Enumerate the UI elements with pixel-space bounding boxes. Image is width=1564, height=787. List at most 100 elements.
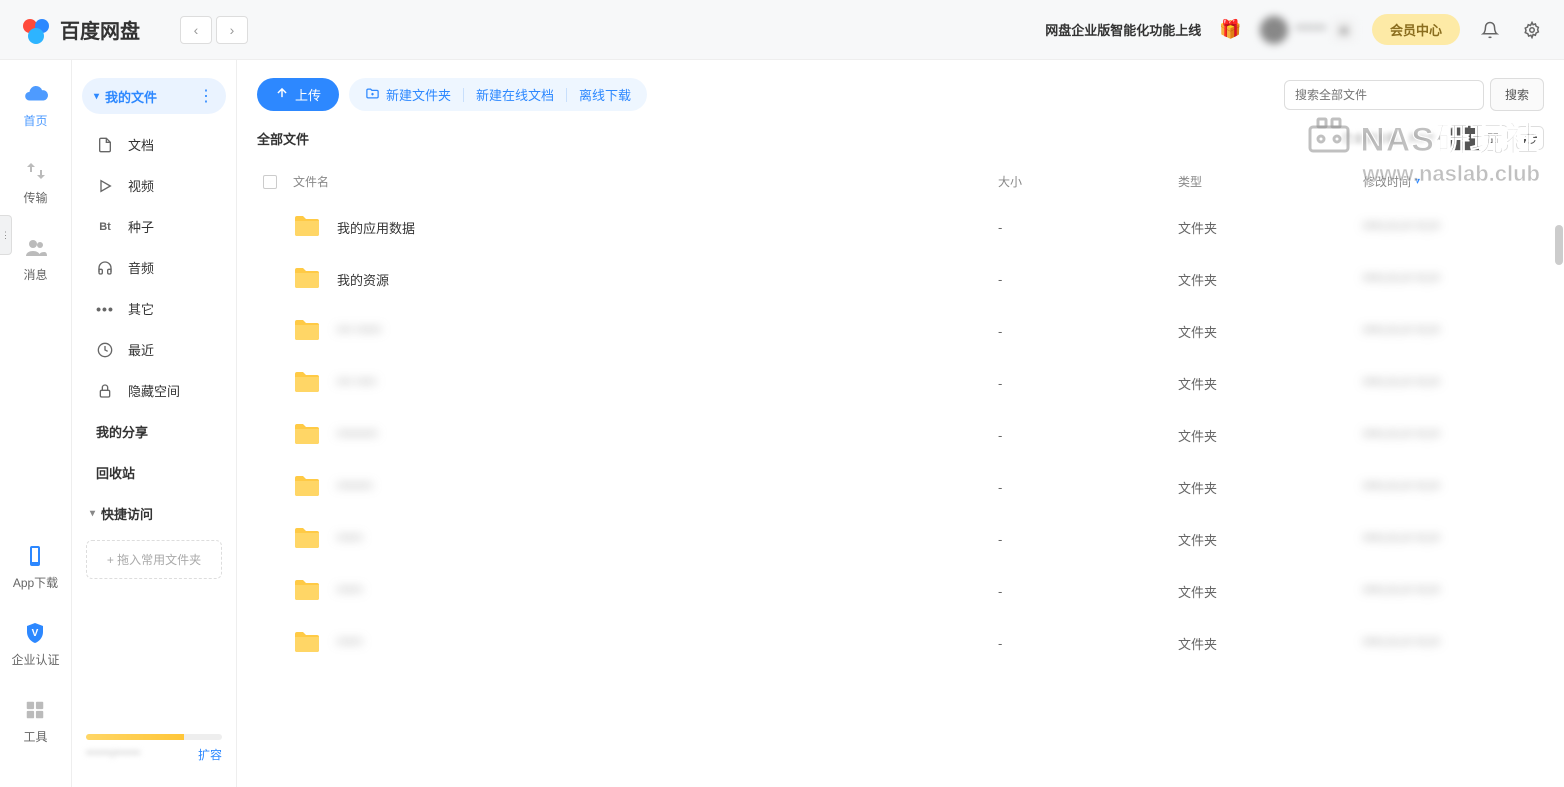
file-row[interactable]: *** ****-文件夹****-**-** **:** xyxy=(257,357,1544,409)
sidebar-item-lock[interactable]: 隐藏空间 xyxy=(82,370,226,411)
upload-icon xyxy=(275,86,289,103)
file-date: ****-**-** **:** xyxy=(1363,532,1538,547)
file-row[interactable]: *******-文件夹****-**-** **:** xyxy=(257,461,1544,513)
left-rail: 首页传输消息 App下载 V企业认证工具 xyxy=(0,60,72,787)
nav-forward-button[interactable]: › xyxy=(216,16,248,44)
rail-label: 消息 xyxy=(23,266,47,283)
app-header: 百度网盘 ‹ › 网盘企业版智能化功能上线 🎁 ****** ◆ 会员中心 xyxy=(0,0,1564,60)
col-name[interactable]: 文件名 xyxy=(293,173,998,190)
file-row[interactable]: *****-文件夹****-**-** **:** xyxy=(257,617,1544,669)
user-area[interactable]: ****** ◆ xyxy=(1260,16,1354,44)
file-type: 文件夹 xyxy=(1178,322,1363,341)
search-input[interactable] xyxy=(1284,80,1484,110)
sidebar-header[interactable]: ▾我的文件 ⋮ xyxy=(82,78,226,114)
file-date: ****-**-** **:** xyxy=(1363,584,1538,599)
file-row[interactable]: *** *****-文件夹****-**-** **:** xyxy=(257,305,1544,357)
side-collapse-handle[interactable]: ⋮ xyxy=(0,215,12,255)
search-button[interactable]: 搜索 xyxy=(1490,78,1544,111)
file-list: 我的应用数据-文件夹****-**-** **:**我的资源-文件夹****-*… xyxy=(257,201,1544,787)
gift-icon[interactable]: 🎁 xyxy=(1219,19,1241,40)
list-view-button[interactable] xyxy=(1451,126,1479,150)
rail-item-transfer[interactable]: 传输 xyxy=(22,157,50,206)
folder-icon xyxy=(293,370,323,396)
sidebar-header-label: 我的文件 xyxy=(105,87,157,106)
file-name: ******** xyxy=(337,428,998,443)
col-date-label: 修改时间 xyxy=(1363,173,1411,190)
file-size: - xyxy=(998,480,1178,495)
file-type: 文件夹 xyxy=(1178,478,1363,497)
file-size: - xyxy=(998,636,1178,651)
folder-icon xyxy=(293,422,323,448)
new-online-doc-button[interactable]: 新建在线文档 xyxy=(464,78,566,111)
sort-desc-icon: ▾ xyxy=(1415,176,1420,187)
sidebar-item-play[interactable]: 视频 xyxy=(82,165,226,206)
file-row[interactable]: 我的应用数据-文件夹****-**-** **:** xyxy=(257,201,1544,253)
file-name: ******* xyxy=(337,480,998,495)
rail-item-phone[interactable]: App下载 xyxy=(13,542,58,591)
nav-back-button[interactable]: ‹ xyxy=(180,16,212,44)
logo[interactable]: 百度网盘 xyxy=(20,14,140,46)
sidebar-item-more[interactable]: •••其它 xyxy=(82,288,226,329)
col-size[interactable]: 大小 xyxy=(998,173,1178,190)
transfer-icon xyxy=(22,157,50,185)
file-row[interactable]: *****-文件夹****-**-** **:** xyxy=(257,565,1544,617)
quick-access-dropzone[interactable]: + 拖入常用文件夹 xyxy=(86,540,222,579)
rail-item-contacts[interactable]: 消息 xyxy=(22,234,50,283)
clock-icon xyxy=(96,341,114,359)
expand-storage-button[interactable]: 扩容 xyxy=(198,746,222,763)
folder-icon xyxy=(293,526,323,552)
new-folder-button[interactable]: 新建文件夹 xyxy=(353,78,463,111)
refresh-button[interactable] xyxy=(1516,126,1544,150)
logo-text: 百度网盘 xyxy=(60,15,140,44)
folder-icon xyxy=(293,214,323,240)
file-size: - xyxy=(998,532,1178,547)
scrollbar[interactable] xyxy=(1555,225,1563,265)
select-all-checkbox[interactable] xyxy=(263,175,277,189)
offline-download-button[interactable]: 离线下载 xyxy=(567,78,643,111)
sidebar-item-bt[interactable]: Bt种子 xyxy=(82,206,226,247)
sidebar-item-label: 其它 xyxy=(128,299,154,318)
file-date: ****-**-** **:** xyxy=(1363,220,1538,235)
breadcrumb[interactable]: 全部文件 xyxy=(257,129,309,148)
file-name: 我的应用数据 xyxy=(337,218,998,237)
sidebar-item-headphone[interactable]: 音频 xyxy=(82,247,226,288)
file-name: *** **** xyxy=(337,376,998,391)
cloud-icon xyxy=(22,80,50,108)
grid-view-button[interactable] xyxy=(1479,126,1507,150)
file-size: - xyxy=(998,584,1178,599)
file-type: 文件夹 xyxy=(1178,634,1363,653)
rail-item-grid[interactable]: 工具 xyxy=(21,696,49,745)
sidebar: ▾我的文件 ⋮ 文档视频Bt种子音频 •••其它最近隐藏空间 我的分享 回收站 ▾… xyxy=(72,60,237,787)
bell-icon[interactable] xyxy=(1478,18,1502,42)
col-date[interactable]: 修改时间 ▾ xyxy=(1363,173,1538,190)
file-type: 文件夹 xyxy=(1178,530,1363,549)
phone-icon xyxy=(21,542,49,570)
rail-item-cloud[interactable]: 首页 xyxy=(22,80,50,129)
file-row[interactable]: ********-文件夹****-**-** **:** xyxy=(257,409,1544,461)
sidebar-share[interactable]: 我的分享 xyxy=(82,411,226,452)
diamond-icon: ◆ xyxy=(1334,20,1354,40)
folder-icon xyxy=(293,318,323,344)
file-row[interactable]: *****-文件夹****-**-** **:** xyxy=(257,513,1544,565)
file-size: - xyxy=(998,220,1178,235)
file-name: ***** xyxy=(337,532,998,547)
sidebar-item-label: 音频 xyxy=(128,258,154,277)
file-size: - xyxy=(998,324,1178,339)
toolbar: 上传 新建文件夹 新建在线文档 离线下载 搜索 xyxy=(257,78,1544,111)
file-row[interactable]: 我的资源-文件夹****-**-** **:** xyxy=(257,253,1544,305)
sidebar-quick-access[interactable]: ▾ 快捷访问 xyxy=(82,493,226,534)
file-name: *** ***** xyxy=(337,324,998,339)
col-type[interactable]: 类型 xyxy=(1178,173,1363,190)
sidebar-item-clock[interactable]: 最近 xyxy=(82,329,226,370)
rail-item-shield[interactable]: V企业认证 xyxy=(11,619,59,668)
settings-icon[interactable] xyxy=(1520,18,1544,42)
sidebar-recycle[interactable]: 回收站 xyxy=(82,452,226,493)
file-size: - xyxy=(998,272,1178,287)
file-date: ****-**-** **:** xyxy=(1363,324,1538,339)
upload-button[interactable]: 上传 xyxy=(257,78,339,111)
sidebar-more-icon[interactable]: ⋮ xyxy=(198,86,214,106)
file-name: 我的资源 xyxy=(337,270,998,289)
promo-text[interactable]: 网盘企业版智能化功能上线 xyxy=(1045,20,1201,39)
sidebar-item-doc[interactable]: 文档 xyxy=(82,124,226,165)
vip-center-button[interactable]: 会员中心 xyxy=(1372,14,1460,45)
